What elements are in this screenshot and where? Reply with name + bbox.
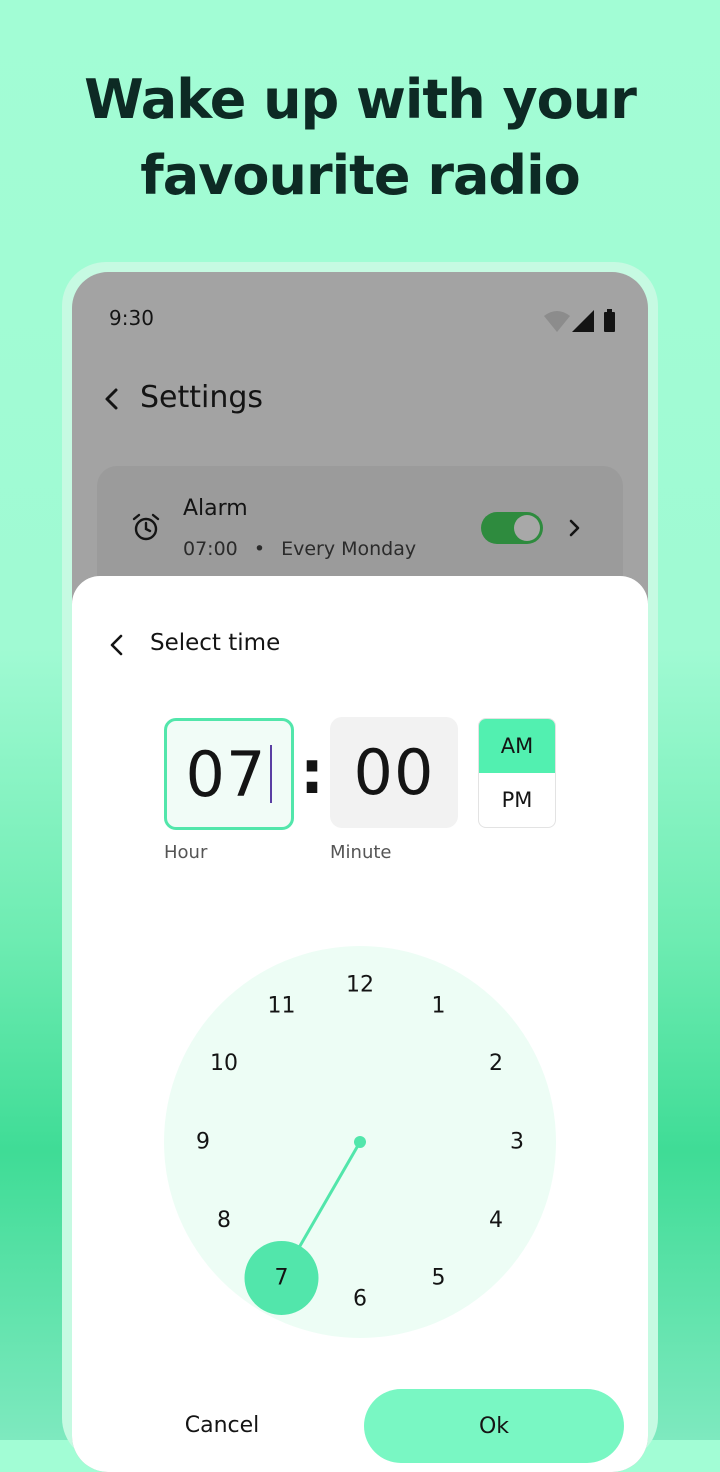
alarm-time: 07:00: [183, 538, 238, 560]
text-caret: [270, 745, 273, 803]
headline: Wake up with your favourite radio: [0, 62, 720, 214]
headline-line-1: Wake up with your: [84, 68, 637, 131]
clock-number-5[interactable]: 5: [432, 1265, 446, 1290]
pm-option[interactable]: PM: [479, 773, 555, 827]
clock-number-12[interactable]: 12: [346, 973, 374, 998]
battery-icon: [604, 309, 615, 332]
clock-number-9[interactable]: 9: [196, 1130, 210, 1155]
settings-back-icon[interactable]: [100, 384, 124, 414]
minute-value: 00: [353, 736, 435, 809]
status-icons: [544, 309, 615, 332]
ok-button[interactable]: Ok: [364, 1389, 624, 1463]
settings-title: Settings: [140, 380, 264, 415]
signal-icon: [572, 310, 594, 332]
phone-screen: 9:30 Settings Alarm 07:00 • Every Monday: [72, 272, 648, 1472]
hour-input[interactable]: 07: [164, 718, 294, 830]
status-time: 9:30: [109, 306, 154, 330]
clock-number-11[interactable]: 11: [268, 994, 296, 1019]
time-picker-sheet: Select time 07 : 00 Hour Minute AM PM 12…: [72, 576, 648, 1472]
am-pm-selector: AM PM: [478, 718, 556, 828]
alarm-toggle[interactable]: [481, 512, 543, 544]
hour-value: 07: [185, 737, 267, 811]
alarm-toggle-knob: [514, 515, 540, 541]
minute-label: Minute: [330, 842, 392, 863]
am-option[interactable]: AM: [479, 719, 555, 773]
clock-center-dot: [354, 1136, 366, 1148]
hour-label: Hour: [164, 842, 208, 863]
time-picker-back-icon[interactable]: [106, 630, 128, 660]
time-separator: :: [300, 738, 324, 808]
alarm-subtitle: 07:00 • Every Monday: [183, 538, 416, 560]
clock-number-10[interactable]: 10: [210, 1051, 238, 1076]
clock-number-3[interactable]: 3: [510, 1130, 524, 1155]
wifi-icon: [544, 311, 570, 332]
clock-number-4[interactable]: 4: [489, 1208, 503, 1233]
clock-dial[interactable]: 121234567891011: [164, 946, 556, 1338]
clock-number-1[interactable]: 1: [432, 994, 446, 1019]
cancel-button[interactable]: Cancel: [142, 1390, 302, 1460]
alarm-repeat: Every Monday: [281, 538, 417, 560]
clock-number-2[interactable]: 2: [489, 1051, 503, 1076]
clock-number-6[interactable]: 6: [353, 1287, 367, 1312]
time-picker-title: Select time: [150, 630, 281, 656]
alarm-title: Alarm: [183, 496, 248, 521]
alarm-clock-icon: [132, 513, 160, 541]
clock-number-8[interactable]: 8: [217, 1208, 231, 1233]
clock-number-7[interactable]: 7: [275, 1265, 289, 1290]
chevron-right-icon[interactable]: [567, 516, 583, 540]
minute-input[interactable]: 00: [330, 717, 458, 828]
alarm-separator: •: [253, 538, 266, 560]
headline-line-2: favourite radio: [140, 144, 580, 207]
